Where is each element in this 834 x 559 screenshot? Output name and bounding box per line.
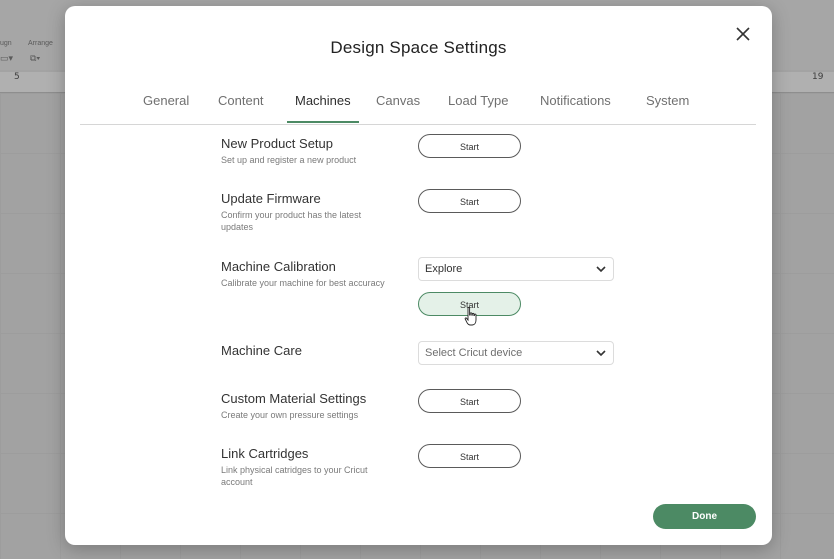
arrange-icon: ⧉▾ <box>30 53 41 63</box>
machine-care-device-select[interactable]: Select Cricut device <box>418 341 614 365</box>
tab-canvas[interactable]: Canvas <box>376 93 420 123</box>
tab-system[interactable]: System <box>646 93 689 123</box>
align-icon: ▭▾ <box>0 53 14 63</box>
select-value: Explore <box>425 263 463 275</box>
chevron-down-icon <box>596 350 606 357</box>
toolbar-label-align: ugn <box>0 40 12 47</box>
tab-notifications[interactable]: Notifications <box>540 93 611 123</box>
row-description: Calibrate your machine for best accuracy <box>221 278 385 288</box>
calibration-machine-select[interactable]: Explore <box>418 257 614 281</box>
firmware-start-button[interactable]: Start <box>418 189 521 213</box>
close-button[interactable] <box>734 25 752 43</box>
row-description: Confirm your product has the latest upda… <box>221 210 362 232</box>
toolbar-label-arrange: Arrange <box>28 40 53 47</box>
custom-material-start-button[interactable]: Start <box>418 389 521 413</box>
row-description: Create your own pressure settings <box>221 410 359 420</box>
close-icon <box>736 27 750 41</box>
settings-tabs: General Content Machines Canvas Load Typ… <box>80 93 756 125</box>
link-cartridges-start-button[interactable]: Start <box>418 444 521 468</box>
new-product-start-button[interactable]: Start <box>418 134 521 158</box>
tab-general[interactable]: General <box>143 93 189 123</box>
tab-machines[interactable]: Machines <box>287 93 359 123</box>
row-description: Link physical catridges to your Cricut a… <box>221 465 368 487</box>
settings-dialog: Design Space Settings General Content Ma… <box>65 6 772 545</box>
tab-load-type[interactable]: Load Type <box>448 93 508 123</box>
chevron-down-icon <box>596 266 606 273</box>
calibration-start-button[interactable]: Start <box>418 292 521 316</box>
ruler-tick: 19 <box>812 72 824 82</box>
ruler-tick: 5 <box>14 72 20 82</box>
done-button[interactable]: Done <box>653 504 756 529</box>
row-description: Set up and register a new product <box>221 155 357 165</box>
tab-content[interactable]: Content <box>218 93 264 123</box>
dialog-title: Design Space Settings <box>330 38 507 57</box>
select-placeholder: Select Cricut device <box>425 347 523 359</box>
